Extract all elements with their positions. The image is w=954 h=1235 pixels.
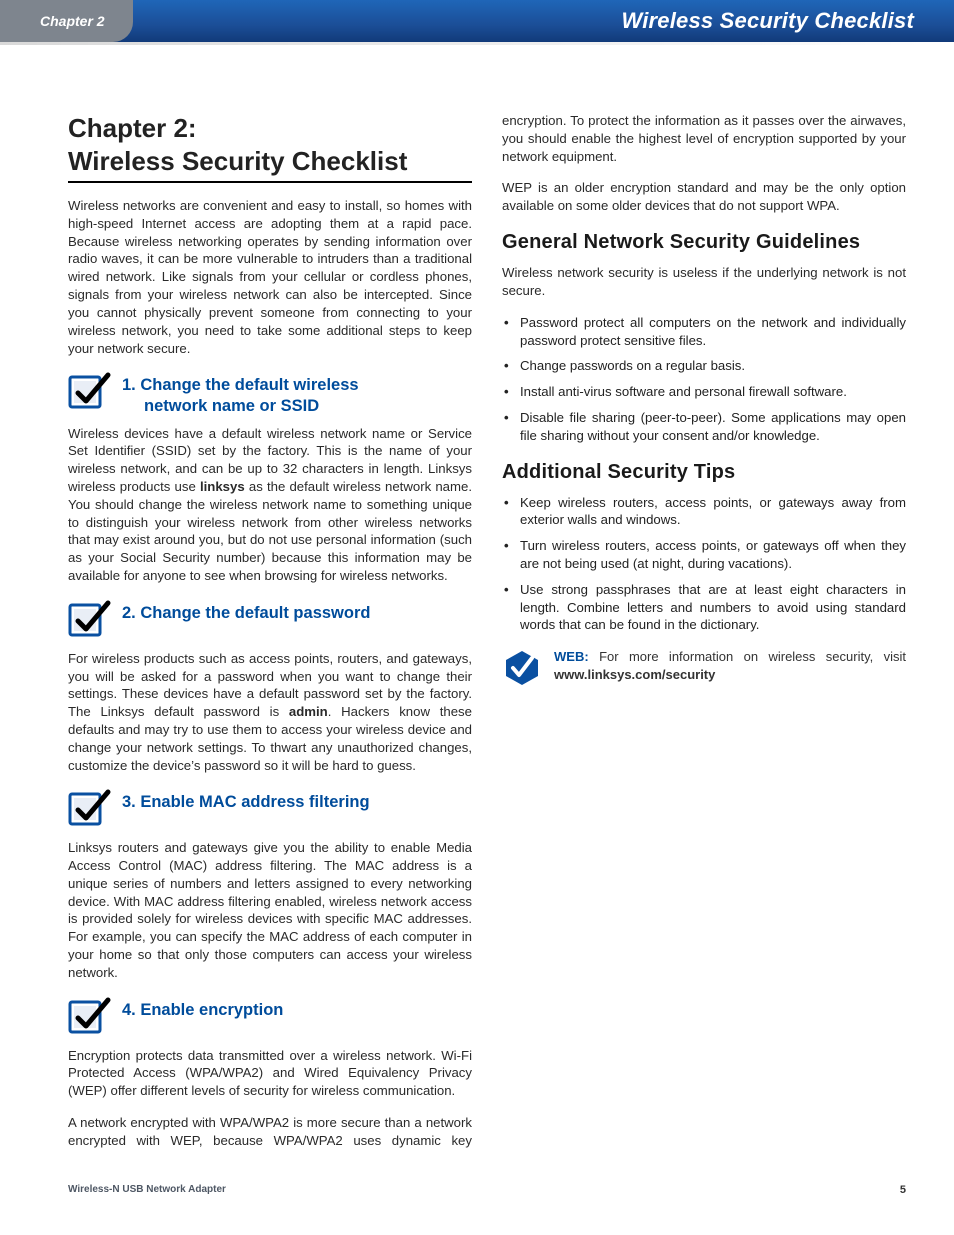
chapter-label: Chapter 2 xyxy=(40,12,105,31)
general-guidelines-heading: General Network Security Guidelines xyxy=(502,229,906,256)
step-3-body: Linksys routers and gateways give you th… xyxy=(68,839,472,982)
step-4-title: 4. Enable encryption xyxy=(122,996,283,1021)
page-body: Chapter 2: Wireless Security Checklist W… xyxy=(0,42,954,1177)
check-icon xyxy=(68,788,112,831)
step-1-title: 1. Change the default wireless network n… xyxy=(122,371,359,416)
step-2-title: 2. Change the default password xyxy=(122,599,370,624)
web-link[interactable]: www.linksys.com/security xyxy=(554,667,715,682)
general-guidelines-list: Password protect all computers on the ne… xyxy=(502,314,906,445)
title-line-1: Chapter 2: xyxy=(68,113,197,143)
list-item: Install anti-virus software and personal… xyxy=(502,383,906,401)
web-note: WEB: For more information on wireless se… xyxy=(502,648,906,691)
page-header: Chapter 2 Wireless Security Checklist xyxy=(0,0,954,42)
list-item: Keep wireless routers, access points, or… xyxy=(502,494,906,530)
page-footer: Wireless-N USB Network Adapter 5 xyxy=(0,1177,954,1210)
step-3-title: 3. Enable MAC address filtering xyxy=(122,788,370,813)
footer-product: Wireless-N USB Network Adapter xyxy=(68,1183,226,1198)
step-2-heading: 2. Change the default password xyxy=(68,599,472,642)
additional-tips-heading: Additional Security Tips xyxy=(502,459,906,486)
step-2-body: For wireless products such as access poi… xyxy=(68,650,472,775)
web-label: WEB: xyxy=(554,649,589,664)
intro-paragraph: Wireless networks are convenient and eas… xyxy=(68,197,472,357)
step-1-heading: 1. Change the default wireless network n… xyxy=(68,371,472,416)
check-icon xyxy=(68,599,112,642)
general-guidelines-lead: Wireless network security is useless if … xyxy=(502,264,906,300)
check-icon xyxy=(68,996,112,1039)
list-item: Turn wireless routers, access points, or… xyxy=(502,537,906,573)
list-item: Password protect all computers on the ne… xyxy=(502,314,906,350)
chapter-tab: Chapter 2 xyxy=(0,0,133,42)
list-item: Use strong passphrases that are at least… xyxy=(502,581,906,634)
footer-page-number: 5 xyxy=(900,1183,906,1198)
step-4-body-3: WEP is an older encryption standard and … xyxy=(502,179,906,215)
additional-tips-list: Keep wireless routers, access points, or… xyxy=(502,494,906,635)
step-3-heading: 3. Enable MAC address filtering xyxy=(68,788,472,831)
page-title: Chapter 2: Wireless Security Checklist xyxy=(68,112,472,183)
list-item: Change passwords on a regular basis. xyxy=(502,357,906,375)
step-4-body-1: Encryption protects data transmitted ove… xyxy=(68,1047,472,1100)
web-check-icon xyxy=(502,648,542,691)
step-1-body: Wireless devices have a default wireless… xyxy=(68,425,472,585)
step-4-heading: 4. Enable encryption xyxy=(68,996,472,1039)
doc-section-title: Wireless Security Checklist xyxy=(621,6,914,36)
web-note-text: WEB: For more information on wireless se… xyxy=(554,648,906,683)
check-icon xyxy=(68,371,112,414)
list-item: Disable file sharing (peer-to-peer). Som… xyxy=(502,409,906,445)
title-line-2: Wireless Security Checklist xyxy=(68,146,407,176)
